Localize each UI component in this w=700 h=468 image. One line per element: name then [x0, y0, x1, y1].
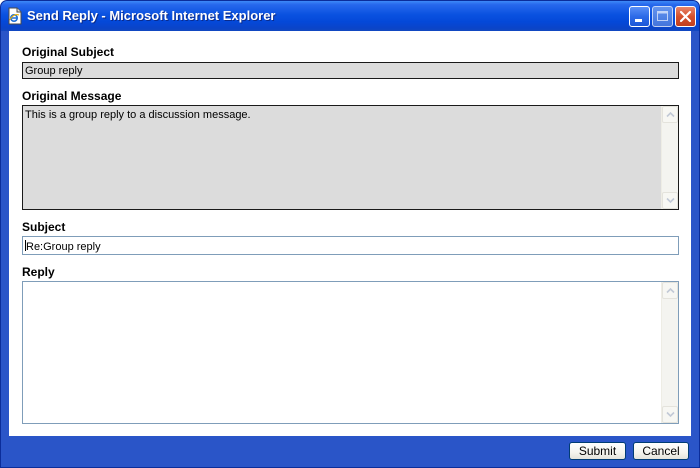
arrow-down-icon: [666, 411, 675, 418]
window-title: Send Reply - Microsoft Internet Explorer: [27, 8, 276, 23]
scroll-up-button[interactable]: [662, 106, 678, 123]
arrow-up-icon: [666, 287, 675, 294]
original-message-label: Original Message: [22, 89, 122, 103]
maximize-button[interactable]: [652, 6, 673, 27]
maximize-icon: [657, 11, 668, 21]
scroll-down-button[interactable]: [662, 192, 678, 209]
close-icon: [679, 10, 692, 23]
close-button[interactable]: [675, 6, 696, 27]
title-bar[interactable]: Send Reply - Microsoft Internet Explorer: [1, 1, 699, 31]
reply-label: Reply: [22, 265, 55, 279]
browser-window: Send Reply - Microsoft Internet Explorer…: [0, 0, 700, 468]
original-subject-label: Original Subject: [22, 45, 115, 59]
subject-input-value: Re:Group reply: [26, 241, 101, 253]
original-message-area[interactable]: This is a group reply to a discussion me…: [22, 105, 679, 210]
arrow-down-icon: [666, 197, 675, 204]
reply-scrollbar[interactable]: [661, 282, 678, 423]
original-message-text: This is a group reply to a discussion me…: [25, 109, 251, 121]
original-message-scrollbar[interactable]: [661, 106, 678, 209]
arrow-up-icon: [666, 111, 675, 118]
minimize-button[interactable]: [629, 6, 650, 27]
original-subject-field[interactable]: Group reply: [22, 62, 679, 79]
minimize-icon: [635, 19, 642, 22]
subject-input[interactable]: Re:Group reply: [22, 236, 679, 255]
subject-label: Subject: [22, 220, 66, 234]
reply-textarea[interactable]: [22, 281, 679, 424]
submit-button[interactable]: Submit: [569, 442, 626, 460]
cancel-button[interactable]: Cancel: [633, 442, 689, 460]
page-content: Original Subject Group reply Original Me…: [9, 31, 691, 436]
scroll-down-button[interactable]: [662, 406, 678, 423]
scroll-up-button[interactable]: [662, 282, 678, 299]
ie-page-icon[interactable]: [7, 7, 23, 25]
